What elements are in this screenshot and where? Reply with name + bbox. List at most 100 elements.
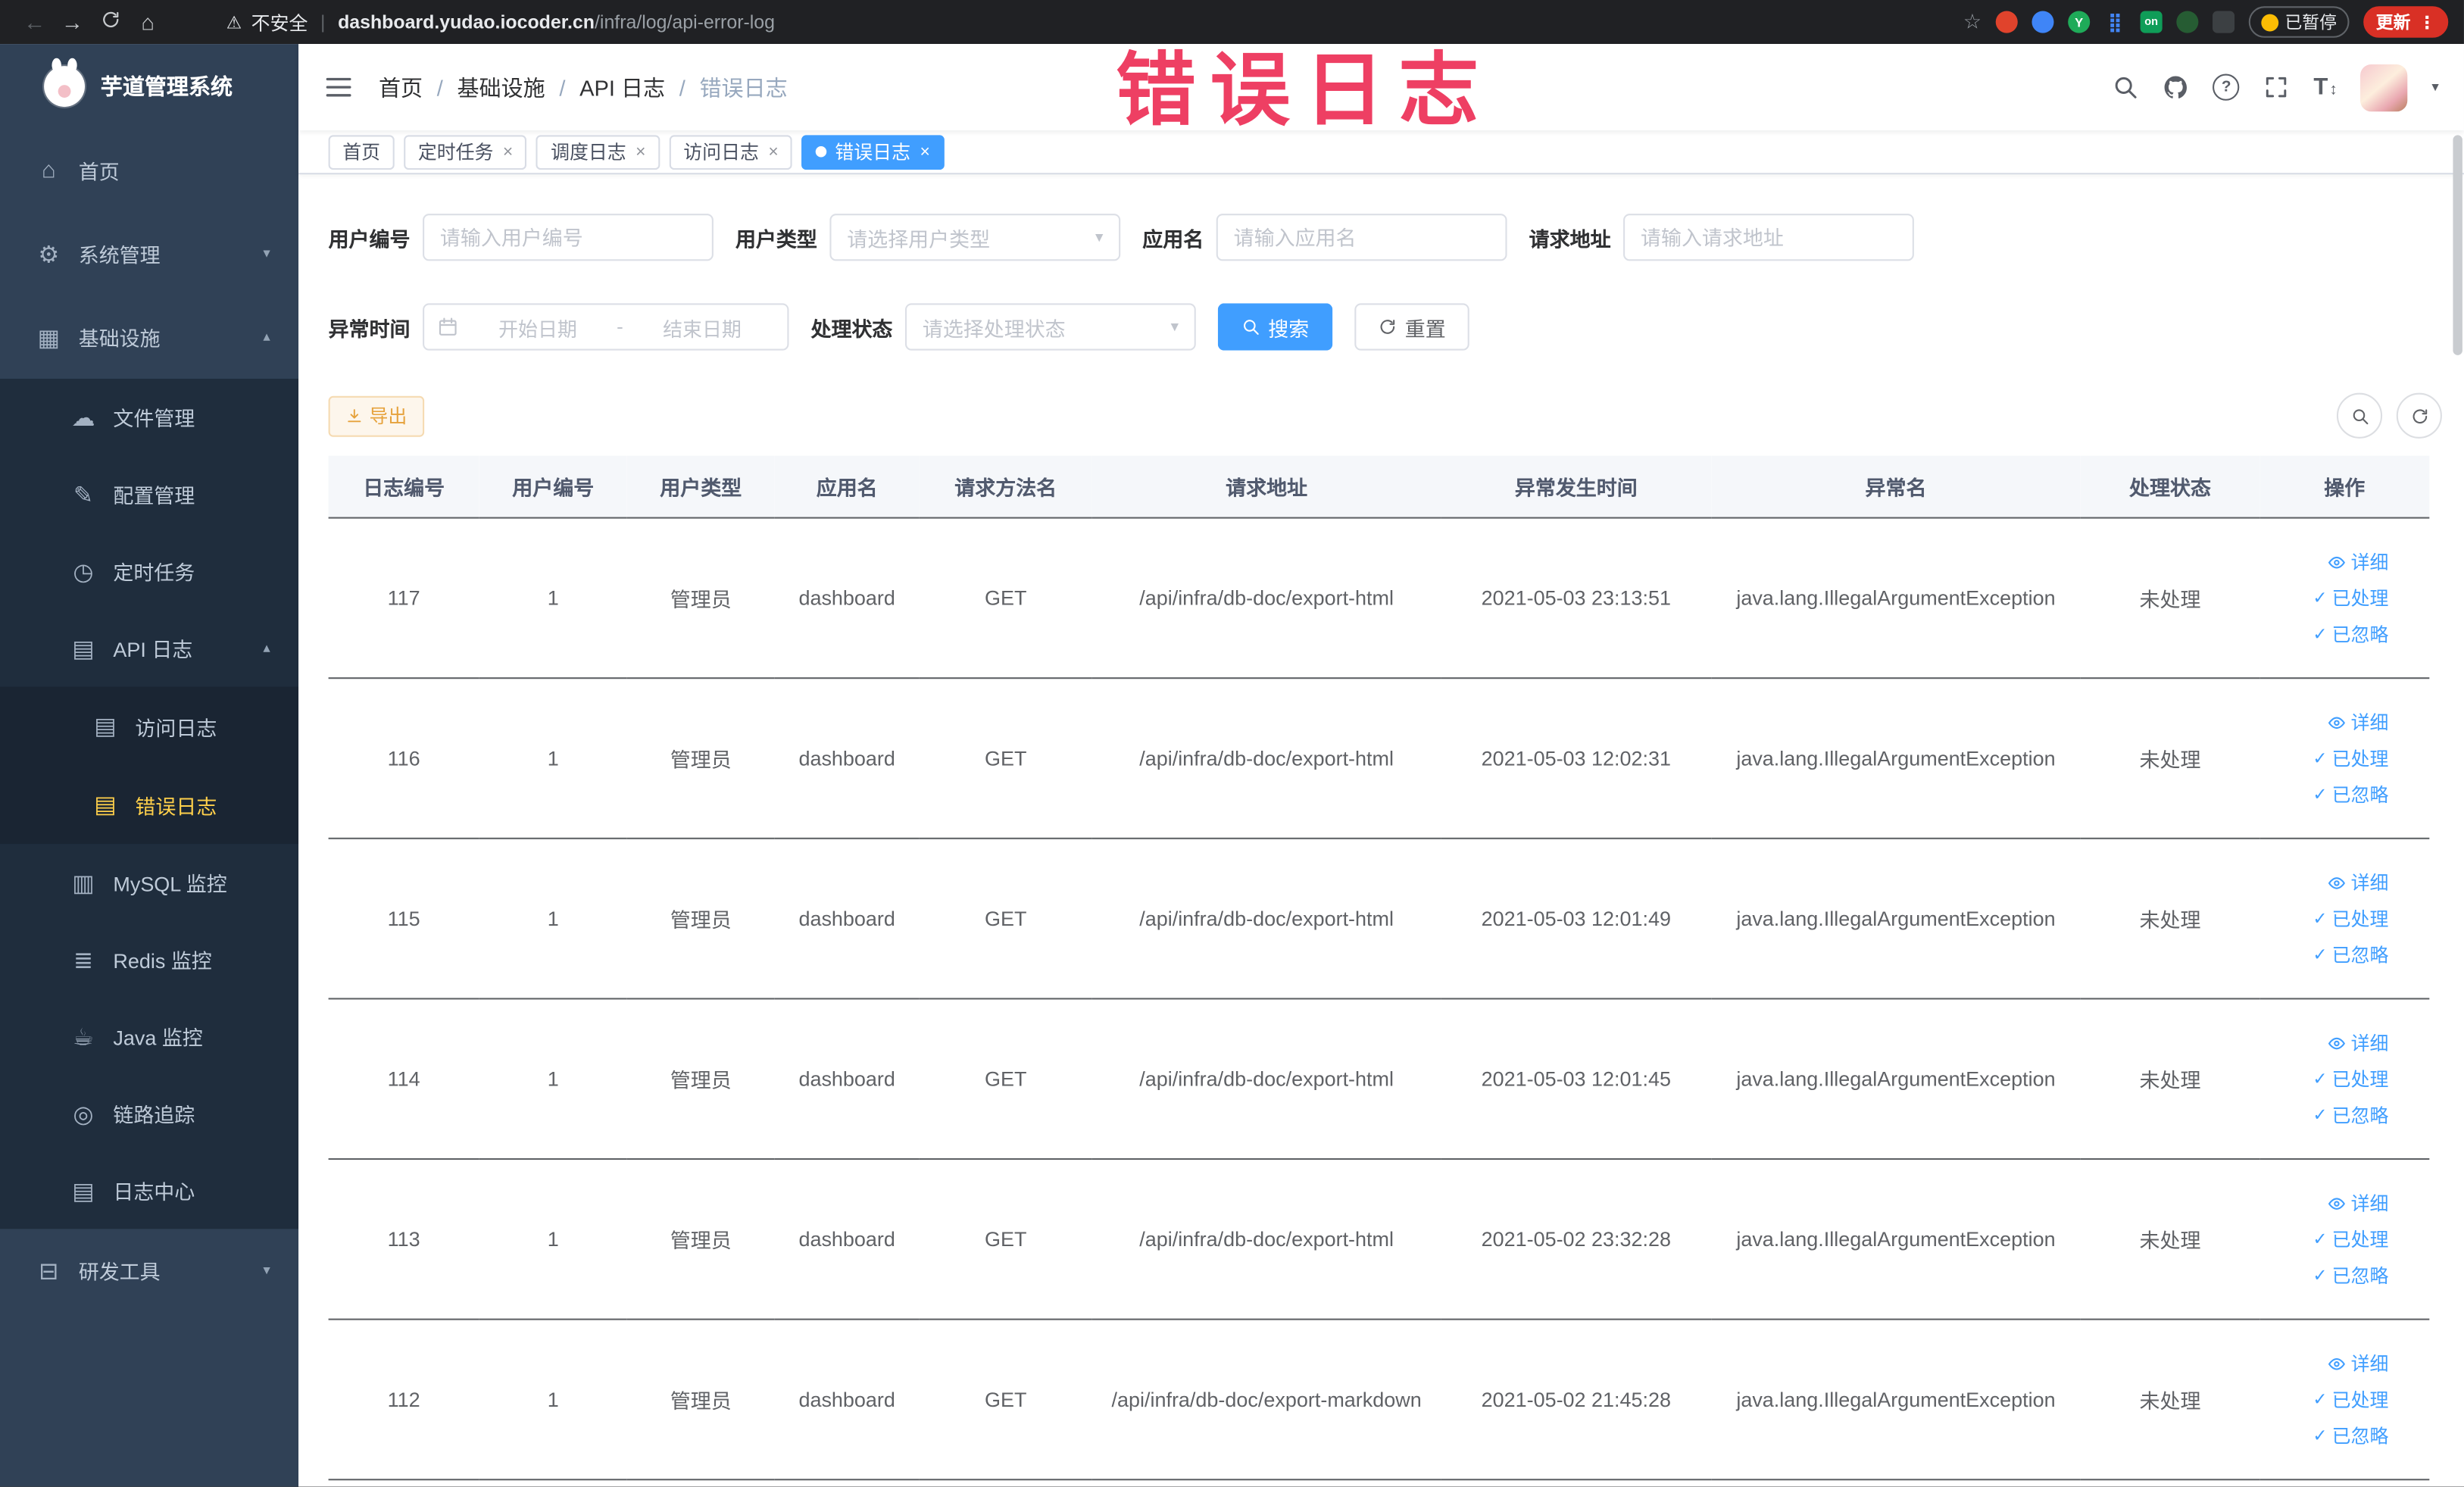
extension-icon[interactable]: [2213, 11, 2235, 33]
user-id-input[interactable]: [423, 214, 714, 261]
hamburger-icon[interactable]: [323, 72, 353, 102]
close-tab-icon[interactable]: ×: [503, 142, 513, 161]
tab-label: 错误日志: [835, 141, 911, 164]
mark-processed-link[interactable]: ✓ 已处理: [2313, 745, 2388, 771]
tab-item[interactable]: 访问日志 ×: [669, 134, 793, 170]
app-name-input[interactable]: [1216, 214, 1507, 261]
mark-ignored-link[interactable]: ✓ 已忽略: [2313, 942, 2388, 968]
toggle-search-button[interactable]: [2336, 392, 2383, 439]
mark-processed-link[interactable]: ✓ 已处理: [2313, 1386, 2388, 1413]
app-title: 芋道管理系统: [100, 73, 233, 99]
cell-method: GET: [919, 1159, 1092, 1320]
sidebar-item-error-log[interactable]: ▤ 错误日志: [0, 765, 298, 844]
tab-active[interactable]: 错误日志 ×: [801, 134, 945, 170]
download-icon: [345, 407, 363, 424]
sidebar-item-system[interactable]: ⚙ 系统管理 ▾: [0, 212, 298, 295]
reset-button[interactable]: 重置: [1354, 303, 1469, 351]
sidebar-item-java[interactable]: ☕ Java 监控: [0, 998, 298, 1075]
process-status-select[interactable]: 请选择处理状态 ▾: [905, 303, 1196, 351]
mark-processed-link[interactable]: ✓ 已处理: [2313, 1066, 2388, 1092]
bookmark-star-icon[interactable]: ☆: [1963, 9, 1982, 34]
request-url-input[interactable]: [1623, 214, 1914, 261]
cell-exception: java.lang.IllegalArgumentException: [1711, 678, 2081, 839]
tab-item[interactable]: 定时任务 ×: [404, 134, 527, 170]
mark-processed-link[interactable]: ✓ 已处理: [2313, 1226, 2388, 1252]
detail-link[interactable]: 详细: [2327, 709, 2388, 736]
sidebar-item-api-log[interactable]: ▤ API 日志 ▴: [0, 610, 298, 687]
cell-time: 2021-05-03 12:01:45: [1441, 998, 1712, 1161]
fullscreen-icon[interactable]: [2263, 74, 2290, 101]
breadcrumb-item[interactable]: API 日志: [579, 71, 665, 102]
extension-icon[interactable]: on: [2140, 11, 2163, 33]
extension-icon[interactable]: [2031, 11, 2054, 33]
close-tab-icon[interactable]: ×: [768, 142, 778, 161]
mark-ignored-link[interactable]: ✓ 已忽略: [2313, 1423, 2388, 1449]
sidebar-item-job[interactable]: ◷ 定时任务: [0, 533, 298, 610]
detail-link[interactable]: 详细: [2327, 548, 2388, 575]
trace-icon: ◎: [73, 1101, 94, 1128]
mark-ignored-link[interactable]: ✓ 已忽略: [2313, 781, 2388, 808]
mark-ignored-link[interactable]: ✓ 已忽略: [2313, 620, 2388, 647]
mark-ignored-link[interactable]: ✓ 已忽略: [2313, 1262, 2388, 1289]
detail-link[interactable]: 详细: [2327, 869, 2388, 895]
detail-link[interactable]: 详细: [2327, 1029, 2388, 1056]
detail-link[interactable]: 详细: [2327, 1350, 2388, 1376]
breadcrumb-item[interactable]: 基础设施: [457, 71, 545, 102]
tab-label: 调度日志: [551, 141, 626, 164]
navbar-actions: ? T ↕ ▾: [2113, 64, 2439, 111]
mark-processed-link[interactable]: ✓ 已处理: [2313, 585, 2388, 611]
extension-icon[interactable]: [1995, 11, 2018, 33]
back-button[interactable]: ←: [16, 9, 54, 34]
chrome-update-button[interactable]: 更新 ⋮: [2363, 6, 2449, 38]
sidebar-item-access-log[interactable]: ▤ 访问日志: [0, 687, 298, 766]
export-button[interactable]: 导出: [328, 395, 425, 436]
chevron-down-icon: ▾: [1170, 318, 1179, 336]
sidebar-item-label: 定时任务: [113, 561, 195, 585]
breadcrumb-item[interactable]: 首页: [379, 71, 423, 102]
table-toolbar: 导出: [328, 392, 2464, 439]
tab-item[interactable]: 调度日志 ×: [536, 134, 661, 170]
sidebar-item-infra[interactable]: ▦ 基础设施 ▴: [0, 295, 298, 379]
tab-item[interactable]: 首页: [328, 134, 395, 170]
sidebar-item-trace[interactable]: ◎ 链路追踪: [0, 1075, 298, 1152]
sidebar-item-dev-tools[interactable]: ⊟ 研发工具 ▾: [0, 1229, 298, 1312]
address-bar[interactable]: ⚠ 不安全 | dashboard.yudao.iocoder.cn/infra…: [226, 8, 1963, 35]
sidebar-item-file[interactable]: ☁ 文件管理: [0, 379, 298, 456]
github-icon[interactable]: [2163, 74, 2189, 101]
detail-link[interactable]: 详细: [2327, 1189, 2388, 1216]
refresh-table-button[interactable]: [2396, 392, 2442, 439]
sidebar-item-config[interactable]: ✎ 配置管理: [0, 456, 298, 533]
search-icon[interactable]: [2113, 74, 2139, 101]
scrollbar-thumb[interactable]: [2453, 135, 2462, 355]
browser-home-button[interactable]: ⌂: [129, 9, 167, 34]
font-size-icon[interactable]: T ↕: [2313, 74, 2337, 101]
cell-time: 2021-05-02 21:45:28: [1441, 1319, 1712, 1481]
column-header: 处理状态: [2080, 455, 2260, 519]
close-tab-icon[interactable]: ×: [920, 142, 929, 161]
sidebar-item-dashboard[interactable]: ⌂ 首页: [0, 129, 298, 212]
reload-button[interactable]: [91, 9, 129, 34]
toolbox-icon: ⊟: [39, 1257, 59, 1285]
user-avatar[interactable]: [2361, 64, 2409, 111]
sidebar-item-mysql[interactable]: ▥ MySQL 监控: [0, 844, 298, 921]
user-type-select[interactable]: 请选择用户类型 ▾: [829, 214, 1121, 261]
mark-processed-link[interactable]: ✓ 已处理: [2313, 905, 2388, 932]
extension-icon[interactable]: ⣿: [2104, 11, 2126, 33]
extension-icon[interactable]: Y: [2068, 11, 2091, 33]
avatar-caret-icon[interactable]: ▾: [2431, 79, 2438, 96]
cell-actions: 详细 ✓ 已处理 ✓ 已忽略: [2259, 1159, 2430, 1320]
sidebar-item-log-center[interactable]: ▤ 日志中心: [0, 1152, 298, 1229]
search-button[interactable]: 搜索: [1217, 303, 1333, 351]
mark-ignored-link[interactable]: ✓ 已忽略: [2313, 1101, 2388, 1128]
chevron-up-icon: ▴: [263, 639, 270, 656]
close-tab-icon[interactable]: ×: [636, 142, 645, 161]
extension-paused-pill[interactable]: 已暂停: [2248, 6, 2350, 38]
sidebar-item-redis[interactable]: ≣ Redis 监控: [0, 921, 298, 998]
search-icon: [1241, 317, 1260, 336]
exception-time-range[interactable]: 开始日期 - 结束日期: [423, 303, 789, 351]
sidebar-item-label: 错误日志: [135, 794, 217, 818]
app-logo[interactable]: 芋道管理系统: [0, 44, 298, 129]
extension-icon[interactable]: [2176, 11, 2199, 33]
help-icon[interactable]: ?: [2213, 73, 2240, 101]
forward-button[interactable]: →: [54, 9, 92, 34]
